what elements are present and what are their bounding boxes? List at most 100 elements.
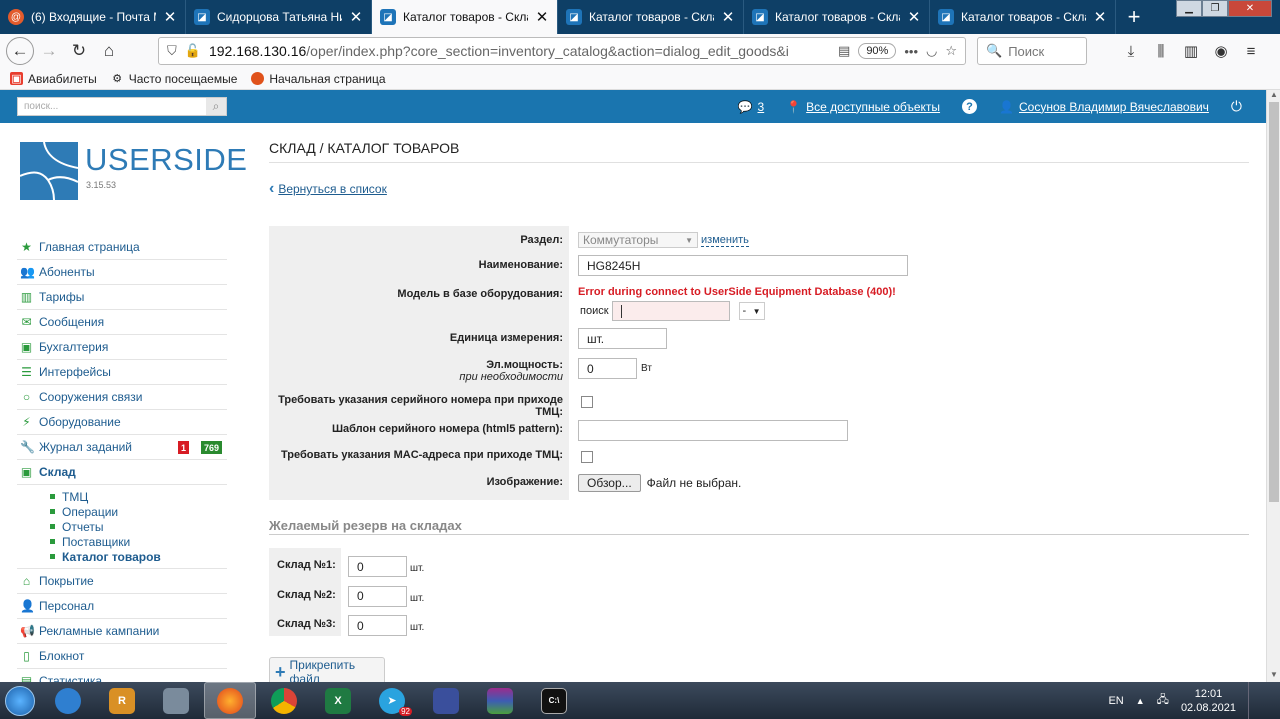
shield-icon[interactable]: ⛉ — [167, 43, 177, 59]
submenu-item-3[interactable]: Отчеты — [50, 519, 227, 534]
sidebar-item-sidebar-items_after-0[interactable]: ⌂ Покрытие — [17, 569, 227, 594]
pocket-icon[interactable]: ◡ — [926, 43, 937, 59]
browser-tab-6[interactable]: ◪ Каталог товаров - Склад ✕ — [930, 0, 1116, 34]
address-bar[interactable]: ⛉ 🔓 192.168.130.16/oper/index.php?core_s… — [158, 37, 966, 65]
scroll-down-icon[interactable]: ▼ — [1267, 670, 1280, 682]
section-select[interactable]: Коммутаторы ▼ — [578, 232, 698, 248]
search-icon[interactable]: ⌕ — [206, 98, 226, 115]
sidebar-item-sidebar-items-6[interactable]: ○ Сооружения связи — [17, 385, 227, 410]
sidebar-item-sidebar-items-1[interactable]: 👥 Абоненты — [17, 260, 227, 285]
sidebar-item-sidebar-items_after-1[interactable]: 👤 Персонал — [17, 594, 227, 619]
bookmark-start-page[interactable]: Начальная страница — [251, 72, 386, 86]
reader-view-icon[interactable]: ▤ — [838, 43, 850, 59]
show-desktop-button[interactable] — [1248, 682, 1260, 719]
taskbar-chrome[interactable] — [258, 682, 310, 719]
bookmark-aviabilety[interactable]: ▣ Авиабилеты — [10, 72, 97, 86]
taskbar-firefox[interactable] — [204, 682, 256, 719]
page-actions-icon[interactable]: ••• — [904, 44, 918, 59]
language-indicator[interactable]: EN — [1108, 695, 1123, 707]
mac-required-checkbox[interactable] — [581, 451, 593, 463]
forward-button[interactable]: → — [34, 36, 64, 66]
insecure-lock-icon[interactable]: 🔓 — [185, 43, 201, 59]
zoom-level[interactable]: 90% — [858, 43, 897, 59]
messages-link[interactable]: 💬 3 — [738, 100, 765, 114]
minimize-button[interactable]: ▁ — [1176, 0, 1202, 17]
url-text[interactable]: 192.168.130.16/oper/index.php?core_secti… — [209, 43, 830, 59]
browser-tab-4[interactable]: ◪ Каталог товаров - Склад ✕ — [558, 0, 744, 34]
taskbar-app-3[interactable] — [150, 682, 202, 719]
sidebar-item-sidebar-items-0[interactable]: ★ Главная страница — [17, 235, 227, 260]
user-link[interactable]: 👤 Сосунов Владимир Вячеславович — [999, 100, 1209, 114]
clock[interactable]: 12:01 02.08.2021 — [1181, 687, 1236, 715]
submenu-item-2[interactable]: Операции — [50, 504, 227, 519]
objects-link[interactable]: 📍 Все доступные объекты — [786, 100, 940, 114]
userside-logo[interactable]: USERSIDE 3.15.53 — [19, 141, 247, 202]
sidebar-item-sidebar-items-8[interactable]: 🔧 Журнал заданий 1 769 — [17, 435, 227, 460]
close-tab-icon[interactable]: ✕ — [721, 8, 735, 26]
close-tab-icon[interactable]: ✕ — [1093, 8, 1107, 26]
attach-file-button[interactable]: + Прикрепить файл — [269, 657, 385, 682]
home-button[interactable]: ⌂ — [94, 36, 124, 66]
close-window-button[interactable]: ✕ — [1228, 0, 1272, 17]
name-input[interactable]: HG8245H — [578, 255, 908, 276]
sidebar-item-sidebar-items-3[interactable]: ✉ Сообщения — [17, 310, 227, 335]
sidebar-item-sidebar-items-5[interactable]: ☰ Интерфейсы — [17, 360, 227, 385]
close-tab-icon[interactable]: ✕ — [163, 8, 177, 26]
browser-tab-5[interactable]: ◪ Каталог товаров - Склад ✕ — [744, 0, 930, 34]
browser-tab-1[interactable]: @(6) Входящие - Почта Ма✕ — [0, 0, 186, 34]
browser-tab-3[interactable]: ◪ Каталог товаров - Склад ✕ — [372, 0, 558, 34]
close-tab-icon[interactable]: ✕ — [907, 8, 921, 26]
sidebar-item-sidebar-items_after-2[interactable]: 📢 Рекламные кампании — [17, 619, 227, 644]
model-search-input[interactable] — [611, 301, 730, 321]
library-icon[interactable]: ⫼ — [1150, 37, 1172, 65]
taskbar-app-2[interactable]: R — [96, 682, 148, 719]
reserve-input-1[interactable]: 0 — [348, 556, 407, 577]
close-tab-icon[interactable]: ✕ — [535, 8, 549, 26]
network-icon[interactable]: 🖧 — [1157, 691, 1169, 710]
sidebar-item-sidebar-items_after-3[interactable]: ▯ Блокнот — [17, 644, 227, 669]
app-search-input[interactable]: поиск... ⌕ — [17, 97, 227, 116]
sidebar-item-sidebar-items-2[interactable]: ▥ Тарифы — [17, 285, 227, 310]
logout-button[interactable]: ⏻ — [1231, 98, 1242, 115]
sidebar-item-sidebar-items-9[interactable]: ▣ Склад — [17, 460, 227, 485]
new-tab-button[interactable]: + — [1116, 0, 1152, 34]
submenu-item-4[interactable]: Поставщики — [50, 534, 227, 549]
scrollbar-thumb[interactable] — [1269, 102, 1279, 502]
tray-expand-icon[interactable]: ▲ — [1136, 696, 1145, 706]
close-tab-icon[interactable]: ✕ — [349, 8, 363, 26]
change-section-link[interactable]: изменить — [701, 234, 749, 247]
bookmark-frequent[interactable]: ⚙ Часто посещаемые — [111, 72, 237, 86]
submenu-item-5[interactable]: Каталог товаров — [50, 549, 227, 564]
reserve-input-2[interactable]: 0 — [348, 585, 407, 607]
start-button[interactable] — [0, 682, 40, 719]
downloads-icon[interactable]: ⤓ — [1120, 37, 1142, 65]
sidebar-toggle-icon[interactable]: ▥ — [1180, 37, 1202, 65]
browser-tab-2[interactable]: ◪Сидорцова Татьяна Нико✕ — [186, 0, 372, 34]
reserve-input-3[interactable]: 0 — [348, 615, 407, 636]
browser-search-input[interactable]: 🔍 Поиск — [977, 37, 1087, 65]
back-to-list-link[interactable]: ‹ Вернуться в список — [269, 180, 387, 198]
sidebar-item-sidebar-items-4[interactable]: ▣ Бухгалтерия — [17, 335, 227, 360]
page-scrollbar[interactable]: ▲ ▼ — [1266, 90, 1280, 682]
unit-input[interactable]: шт. — [578, 328, 667, 349]
account-icon[interactable]: ◉ — [1210, 37, 1232, 65]
submenu-item-1[interactable]: ТМЦ — [50, 489, 227, 504]
sidebar-item-sidebar-items-7[interactable]: ⚡ Оборудование — [17, 410, 227, 435]
browse-button[interactable]: Обзор... — [578, 474, 641, 492]
help-button[interactable]: ? — [962, 99, 978, 114]
taskbar-excel[interactable]: X — [312, 682, 364, 719]
bookmark-star-icon[interactable]: ☆ — [945, 43, 957, 59]
taskbar-cmd[interactable]: C:\ — [528, 682, 580, 719]
model-select[interactable]: - ▼ — [738, 302, 765, 320]
reload-button[interactable]: ↻ — [64, 36, 94, 66]
taskbar-telegram[interactable]: ➤ 92 — [366, 682, 418, 719]
taskbar-app-save[interactable] — [420, 682, 472, 719]
taskbar-winrar[interactable] — [474, 682, 526, 719]
sidebar-item-sidebar-items_after-4[interactable]: ▤ Статистика — [17, 669, 227, 682]
serial-required-checkbox[interactable] — [581, 396, 593, 408]
serial-pattern-input[interactable] — [578, 420, 848, 441]
taskbar-app-1[interactable] — [42, 682, 94, 719]
menu-icon[interactable]: ≡ — [1240, 37, 1262, 65]
maximize-button[interactable]: ❐ — [1202, 0, 1228, 17]
back-button[interactable]: ← — [6, 37, 34, 65]
